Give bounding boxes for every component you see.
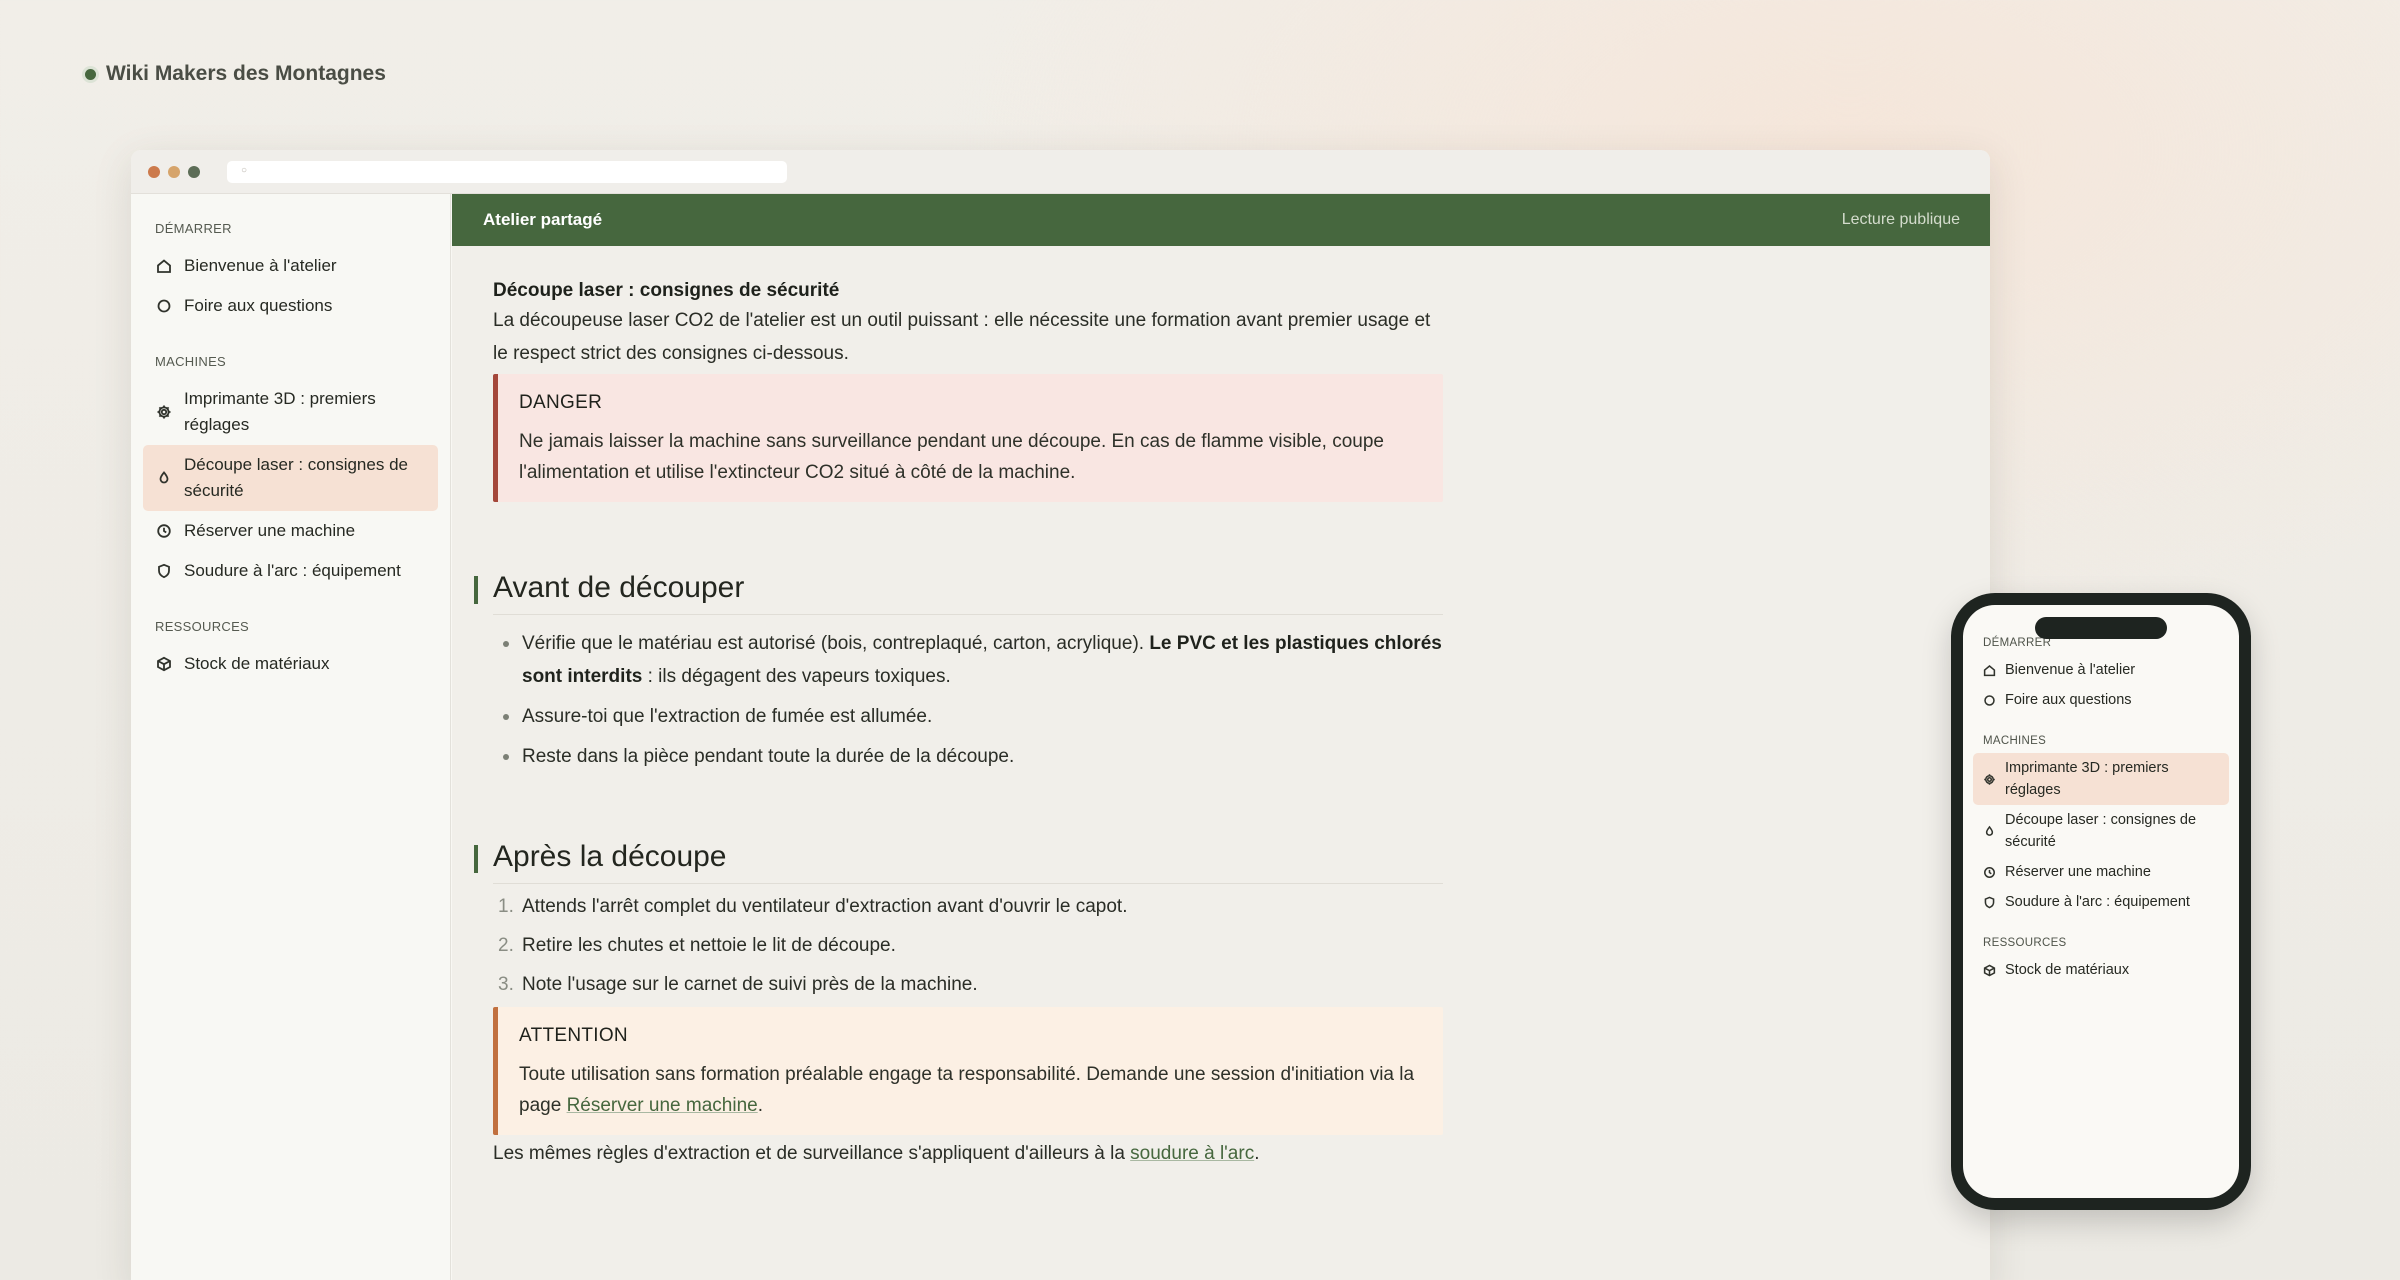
home-icon [155,258,173,274]
phone-item-decoupe-laser[interactable]: Découpe laser : consignes de sécurité [1973,805,2229,857]
closing-tail: . [1254,1143,1260,1164]
phone-item-label: Foire aux questions [2005,692,2132,708]
sidebar-item-label: Bienvenue à l'atelier [184,256,337,275]
closing-text: Les mêmes règles d'extraction et de surv… [493,1143,1125,1164]
phone-mockup: DÉMARRER Bienvenue à l'atelier Foire aux… [1951,593,2251,1210]
intro-paragraph: La découpeuse laser CO2 de l'atelier est… [493,310,1431,364]
callout-title: ATTENTION [519,1025,628,1046]
section-heading-after: Après la découpe [474,837,1443,884]
checklist: Vérifie que le matériau est autorisé (bo… [493,627,1443,773]
main-content: Atelier partagé Lecture publique Découpe… [452,194,1990,1280]
minimize-dot-icon[interactable] [168,166,180,178]
callout-body: Toute utilisation sans formation préalab… [519,1059,1419,1121]
list-item: 3. Note l'usage sur le carnet de suivi pr… [498,968,1443,1001]
sidebar-item-label: Stock de matériaux [184,654,330,673]
brand[interactable]: Wiki Makers des Montagnes [85,62,386,86]
sidebar-item-reserver[interactable]: Réserver une machine [143,511,438,551]
sidebar-item-label: Découpe laser : consignes de sécurité [184,455,408,500]
section-heading-before: Avant de découper [474,568,1443,615]
gear-icon [155,404,173,420]
sidebar-item-imprimante-3d[interactable]: Imprimante 3D : premiers réglages [143,379,438,445]
step-number: 1. [498,896,514,917]
callout-tail: . [757,1095,763,1116]
home-icon [1983,664,1996,677]
sidebar-item-decoupe-laser[interactable]: Découpe laser : consignes de sécurité [143,445,438,511]
phone-notch [2035,617,2167,639]
step-text: Retire les chutes et nettoie le lit de d… [522,935,896,956]
access-badge: Lecture publique [1841,211,1960,228]
sidebar-item-soudure[interactable]: Soudure à l'arc : équipement [143,551,438,591]
steps-list: 1. Attends l'arrêt complet du ventilateur… [493,890,1443,1001]
top-bar: Atelier partagé Lecture publique [452,194,1990,246]
closing-paragraph: Les mêmes règles d'extraction et de surv… [493,1137,1443,1170]
phone-item-soudure[interactable]: Soudure à l'arc : équipement [1973,887,2229,917]
list-item: Vérifie que le matériau est autorisé (bo… [503,627,1443,693]
sidebar: DÉMARRER Bienvenue à l'atelier Foire aux… [131,194,451,1280]
phone-item-imprimante-3d[interactable]: Imprimante 3D : premiers réglages [1973,753,2229,805]
list-text: Vérifie que le matériau est autorisé (bo… [522,633,1145,654]
phone-item-faq[interactable]: Foire aux questions [1973,685,2229,715]
box-icon [1983,964,1996,977]
phone-item-label: Stock de matériaux [2005,962,2130,978]
phone-item-reserver[interactable]: Réserver une machine [1973,857,2229,887]
phone-screen: DÉMARRER Bienvenue à l'atelier Foire aux… [1963,605,2239,1198]
sidebar-item-faq[interactable]: Foire aux questions [143,286,438,326]
callout-body: Ne jamais laisser la machine sans survei… [519,431,1384,483]
box-icon [155,656,173,672]
brand-dot-icon [85,68,96,80]
sidebar-item-label: Réserver une machine [184,521,356,540]
clock-icon [155,523,173,539]
phone-section-title: MACHINES [1983,735,2047,747]
page-title: Découpe laser : consignes de sécurité [493,280,840,301]
gear-icon [1983,773,1996,786]
sidebar-section-title: DÉMARRER [155,221,232,236]
phone-section-title: RESSOURCES [1983,937,2067,949]
danger-callout: DANGER Ne jamais laisser la machine sans… [493,374,1443,502]
maximize-dot-icon[interactable] [188,166,200,178]
address-bar[interactable]: ○ [227,161,787,183]
list-text: : ils dégagent des vapeurs toxiques. [647,666,951,687]
phone-item-bienvenue[interactable]: Bienvenue à l'atelier [1973,655,2229,685]
sidebar-section-title: MACHINES [155,354,227,369]
article: Découpe laser : consignes de sécurité La… [474,278,1443,1170]
soudure-link[interactable]: soudure à l'arc [1130,1143,1254,1164]
sidebar-item-label: Foire aux questions [184,296,333,315]
sidebar-item-label: Soudure à l'arc : équipement [184,561,401,580]
phone-item-label: Découpe laser : consignes de sécurité [2005,812,2197,850]
circle-icon [155,298,173,314]
list-item: Reste dans la pièce pendant toute la dur… [503,740,1443,773]
phone-item-stock[interactable]: Stock de matériaux [1973,955,2229,985]
attention-callout: ATTENTION Toute utilisation sans formati… [493,1007,1443,1135]
brand-name: Wiki Makers des Montagnes [106,62,386,85]
shield-icon [1983,896,1996,909]
browser-window: ○ DÉMARRER Bienvenue à l'atelier Foire a… [131,150,1990,1280]
clock-icon [1983,866,1996,879]
sidebar-item-label: Imprimante 3D : premiers réglages [184,389,376,434]
sidebar-section-title: RESSOURCES [155,619,250,634]
sidebar-item-bienvenue[interactable]: Bienvenue à l'atelier [143,246,438,286]
space-title[interactable]: Atelier partagé [483,210,602,230]
reserver-link[interactable]: Réserver une machine [567,1095,758,1116]
phone-item-label: Réserver une machine [2005,864,2151,880]
step-number: 3. [498,974,514,995]
list-item: 2. Retire les chutes et nettoie le lit de… [498,929,1443,962]
step-text: Attends l'arrêt complet du ventilateur d… [522,896,1128,917]
phone-item-label: Soudure à l'arc : équipement [2005,894,2190,910]
flame-icon [155,470,173,486]
sidebar-item-stock[interactable]: Stock de matériaux [143,644,438,684]
shield-icon [155,563,173,579]
close-dot-icon[interactable] [148,166,160,178]
phone-item-label: Imprimante 3D : premiers réglages [2005,760,2169,798]
browser-chrome: ○ [131,150,1990,194]
callout-title: DANGER [519,392,603,413]
flame-icon [1983,825,1996,838]
lock-icon: ○ [241,165,248,176]
step-text: Note l'usage sur le carnet de suivi près… [522,974,978,995]
circle-icon [1983,694,1996,707]
list-item: 1. Attends l'arrêt complet du ventilateur… [498,890,1443,923]
list-item: Assure-toi que l'extraction de fumée est… [503,700,1443,733]
step-number: 2. [498,935,514,956]
phone-item-label: Bienvenue à l'atelier [2005,662,2136,678]
